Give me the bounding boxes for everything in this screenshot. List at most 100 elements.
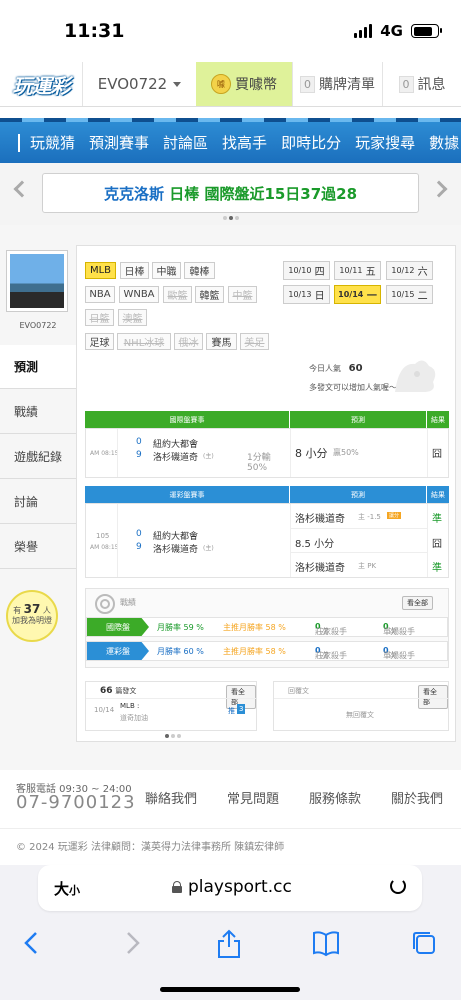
copyright: © 2024 玩運彩 法律顧問：漢英得力法律事務所 陳鎮宏律師	[16, 842, 285, 853]
date-tab[interactable]: 10/11 五	[334, 261, 381, 280]
mascot-icon	[395, 360, 436, 392]
nav-stripe	[0, 118, 461, 122]
team1-score: 0	[136, 529, 142, 539]
ticker-banner[interactable]: 克克洛斯 日棒 國際盤近15日37過28	[42, 173, 419, 213]
line-text: 1分輸	[247, 453, 271, 463]
service-phone[interactable]: 07-9700123	[16, 792, 136, 813]
profile-username: EVO0722	[19, 321, 57, 330]
bookmarks-icon[interactable]	[312, 929, 340, 957]
stats-view-all-button[interactable]: 看全部	[402, 596, 433, 610]
stats-kill: 莊家殺手 0 次	[315, 646, 347, 660]
nav-item-predict[interactable]: 預測賽事	[89, 132, 149, 153]
sidebar-item-record[interactable]: 戰績	[0, 390, 76, 434]
url-display[interactable]: playsport.cc	[172, 877, 292, 897]
post-category: MLB :	[120, 702, 140, 710]
footer-link-faq[interactable]: 常見問題	[212, 788, 294, 807]
league-chip[interactable]: 韓棒	[184, 262, 215, 279]
purchase-list-link[interactable]: 0 購牌清單	[292, 62, 382, 106]
posts-panel: 66 篇發文 看全部 10/14 MLB : 道奇加油 推 3	[85, 681, 257, 731]
tabs-icon[interactable]	[410, 929, 438, 957]
nav-item-livescore[interactable]: 即時比分	[281, 132, 341, 153]
lottery-game-row[interactable]: 105 AM 08:15 0 紐約大都會 9 洛杉磯道奇 (主) 洛杉磯道奇 主…	[85, 503, 449, 578]
page-body: EVO0722 預測 戰績 遊戲紀錄 討論 榮譽 有 37 人 加我為明燈 ML…	[0, 225, 461, 770]
site-logo[interactable]: 玩運彩	[0, 62, 82, 106]
date-tab[interactable]: 10/12 六	[386, 261, 433, 280]
handicap-badge: 讓分	[387, 512, 402, 519]
share-icon[interactable]	[216, 929, 242, 959]
league-chip: 歐籃	[163, 286, 192, 303]
nav-item-data[interactable]: 數據	[429, 132, 459, 153]
intl-prediction: 8 小分	[295, 447, 328, 460]
purchase-count-badge: 0	[300, 75, 315, 93]
league-chip[interactable]: 足球	[85, 333, 114, 350]
sidebar-item-game-log[interactable]: 遊戲紀錄	[0, 435, 76, 479]
league-chip[interactable]: NBA	[85, 286, 115, 303]
nav-item-guess[interactable]: 玩競猜	[30, 132, 75, 153]
intl-prediction-note: 贏50%	[333, 448, 359, 457]
lottery-result-1: 準	[432, 514, 442, 525]
date-tab[interactable]: 10/10 四	[283, 261, 330, 280]
intl-game-row[interactable]: AM 08:15 0 紐約大都會 9 洛杉磯道奇 (主) 1分輸 50% 8 小…	[85, 428, 449, 478]
stats-row-intl: 國際盤 月勝率 59 % 主推月勝率 58 % 莊家殺手 0 次 單場殺手 0 …	[86, 617, 448, 637]
footer-link-terms[interactable]: 服務條款	[294, 788, 376, 807]
text-size-button[interactable]: 大小	[54, 878, 80, 899]
chevron-left-icon[interactable]	[13, 180, 31, 198]
buy-coins-label: 買噱幣	[235, 77, 277, 93]
league-chip[interactable]: 賽馬	[206, 333, 237, 350]
back-icon[interactable]	[22, 929, 42, 957]
league-chip: 俄冰	[174, 333, 203, 350]
account-dropdown[interactable]: EVO0722	[82, 62, 196, 106]
lottery-prediction-3-note: 主 PK	[358, 562, 377, 570]
post-date: 10/14	[94, 706, 115, 714]
sidebar-item-honor[interactable]: 榮譽	[0, 525, 76, 569]
messages-label: 訊息	[417, 77, 446, 93]
forward-icon[interactable]	[122, 929, 142, 957]
team1-score: 0	[136, 437, 142, 447]
messages-link[interactable]: 0 訊息	[382, 62, 461, 106]
post-title[interactable]: 道奇加油	[120, 713, 148, 723]
lottery-header-result: 結果	[427, 486, 449, 503]
sidebar-item-predict[interactable]: 預測	[0, 345, 78, 389]
team2-score: 9	[136, 542, 142, 552]
footer-link-about[interactable]: 關於我們	[376, 788, 458, 807]
league-chip[interactable]: 韓籃	[195, 286, 224, 303]
popularity-label: 今日人氣 60	[309, 363, 363, 374]
browser-chrome: 大小 playsport.cc	[0, 865, 461, 1000]
nav-item-player-search[interactable]: 玩家搜尋	[355, 132, 415, 153]
date-tab[interactable]: 10/15 二	[386, 285, 433, 304]
footer-link-contact[interactable]: 聯絡我們	[130, 788, 212, 807]
chevron-right-icon[interactable]	[430, 180, 448, 198]
league-chip[interactable]: 中職	[152, 262, 181, 279]
stats-panel: 戰績 看全部 國際盤 月勝率 59 % 主推月勝率 58 % 莊家殺手 0 次 …	[85, 588, 449, 668]
lottery-result-3: 準	[432, 563, 442, 574]
stats-tag-intl: 國際盤	[87, 618, 149, 636]
team2-name: 洛杉磯道奇	[153, 453, 199, 463]
reload-icon[interactable]	[390, 878, 406, 894]
bulb-prefix: 有	[13, 606, 22, 615]
league-chip-mlb[interactable]: MLB	[85, 262, 116, 279]
replies-empty: 無回覆文	[346, 711, 374, 719]
coin-icon: 噱	[211, 74, 231, 94]
date-tab[interactable]: 10/13 日	[283, 285, 330, 304]
lottery-header-predict: 預測	[290, 486, 426, 503]
league-chip[interactable]: WNBA	[119, 286, 159, 303]
top-nav: 玩運彩 EVO0722 噱 買噱幣 0 購牌清單 0 訊息	[0, 62, 461, 107]
lottery-prediction-1-note: 主 -1.5	[358, 513, 381, 521]
stats-row-lottery: 運彩盤 月勝率 60 % 主推月勝率 58 % 莊家殺手 0 次 單場殺手 0 …	[86, 641, 448, 661]
league-chip: 日籃	[85, 309, 114, 326]
lightbulb-badge[interactable]: 有 37 人 加我為明燈	[6, 590, 58, 642]
avatar[interactable]	[6, 250, 68, 312]
buy-coins-button[interactable]: 噱 買噱幣	[196, 62, 292, 106]
sidebar-item-discuss[interactable]: 討論	[0, 480, 76, 524]
nav-item-experts[interactable]: 找高手	[222, 132, 267, 153]
carousel-dots	[223, 216, 239, 220]
league-chip: 中籃	[228, 286, 257, 303]
date-tab-active[interactable]: 10/14 一	[334, 285, 381, 304]
league-chip[interactable]: 日棒	[120, 262, 149, 279]
target-icon	[95, 594, 115, 614]
address-bar[interactable]: 大小 playsport.cc	[38, 865, 422, 911]
messages-count-badge: 0	[398, 75, 414, 93]
replies-view-all-button[interactable]: 看全部	[418, 685, 448, 709]
stats-home-win: 主推月勝率 58 %	[223, 647, 286, 656]
nav-item-forum[interactable]: 討論區	[163, 132, 208, 153]
